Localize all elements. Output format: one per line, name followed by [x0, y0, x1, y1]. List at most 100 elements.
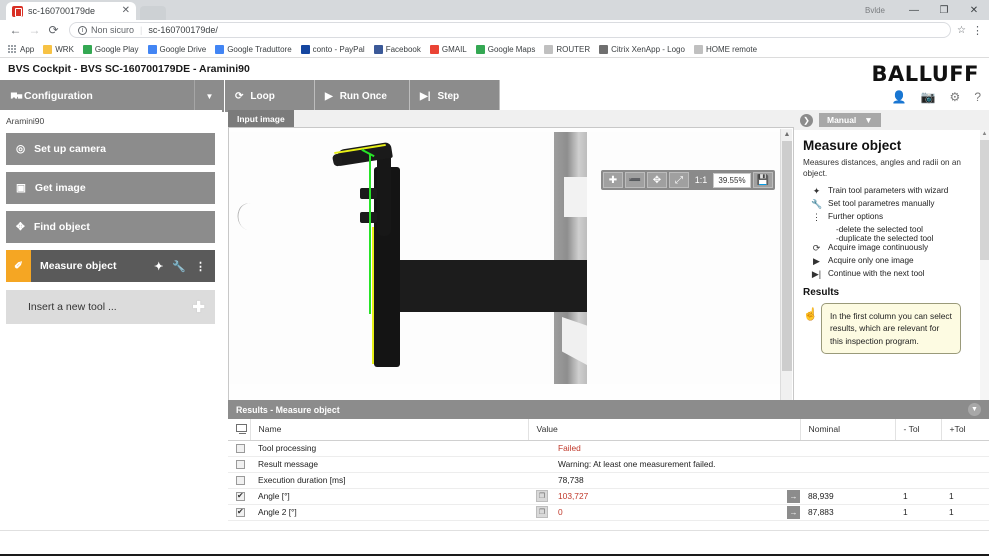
play-icon: ▶	[325, 90, 333, 102]
bookmark-label: conto - PayPal	[312, 44, 365, 54]
help-option-row: ▶ Acquire only one image	[803, 256, 980, 267]
image-zoom-toolbar: ✚ ➖ ✥ ⤢ 1:1 39.55% 💾	[601, 170, 775, 190]
maximize-icon[interactable]: ❐	[929, 0, 959, 20]
mode-dropdown[interactable]: Manual ▼	[819, 113, 881, 127]
bookmark-item[interactable]: conto - PayPal	[298, 44, 368, 54]
help-icon[interactable]: ?	[974, 90, 981, 104]
row-checkbox[interactable]	[236, 507, 245, 518]
row-checkbox[interactable]	[236, 491, 245, 502]
pan-icon[interactable]: ✥	[647, 172, 667, 188]
bookmark-item[interactable]: App	[5, 45, 37, 54]
table-row[interactable]: Tool processing Failed	[228, 440, 989, 457]
address-bar[interactable]: i Non sicuro | sc-160700179de/	[69, 22, 952, 38]
sidebar-item-measure-object[interactable]: ✐ Measure object ✦ 🔧 ⋮	[6, 250, 215, 282]
step-icon: ▶|	[811, 269, 822, 280]
apply-nominal-icon[interactable]: →	[787, 489, 800, 503]
camera-icon: ◎	[16, 143, 26, 155]
bookmark-item[interactable]: ROUTER	[541, 44, 593, 54]
help-options-list: ✦ Train tool parameters with wizard 🔧 Set t…	[803, 186, 980, 280]
bookmark-item[interactable]: Google Drive	[145, 44, 210, 54]
one-to-one-button[interactable]: 1:1	[691, 172, 711, 188]
scrollbar-thumb[interactable]	[782, 141, 792, 371]
wrench-icon[interactable]: 🔧	[172, 260, 186, 273]
zoom-out-icon[interactable]: ➖	[625, 172, 645, 188]
run-once-button[interactable]: ▶ Run Once	[315, 80, 410, 112]
bookmark-label: Facebook	[385, 44, 421, 54]
row-checkbox[interactable]	[236, 476, 245, 486]
insert-new-tool-button[interactable]: Insert a new tool ... ✚	[6, 290, 215, 324]
browser-tab-strip: sc-160700179de ✕ Bvlde — ❐ ✕	[0, 0, 989, 20]
sidebar-item-get-image[interactable]: ▣ Get image	[6, 172, 215, 204]
bookmark-star-icon[interactable]: ☆	[957, 25, 966, 36]
window-controls: Bvlde — ❐ ✕	[865, 0, 989, 20]
column-header: - Tol	[895, 419, 942, 441]
bookmark-item[interactable]: Facebook	[371, 44, 424, 54]
zoom-in-icon[interactable]: ✚	[603, 172, 623, 188]
app-toolbar: Configuration ▼ ⟳ Loop ▶ Run Once ▶| Ste…	[0, 80, 989, 112]
tab-title: sc-160700179de	[28, 6, 96, 16]
result-name: Result message	[250, 456, 528, 473]
collapse-results-icon[interactable]: ▼	[968, 403, 981, 416]
monitor-icon[interactable]	[236, 424, 247, 435]
tab-input-image[interactable]: Input image	[228, 110, 294, 127]
bookmark-item[interactable]: HOME remote	[691, 44, 760, 54]
bookmark-item[interactable]: Google Play	[80, 44, 142, 54]
help-sub-option: -delete the selected tool	[836, 225, 923, 235]
help-scrollbar-thumb[interactable]	[980, 140, 989, 260]
copy-value-icon[interactable]: ❐	[536, 506, 548, 518]
bookmark-item[interactable]: Google Traduttore	[212, 44, 294, 54]
bookmark-item[interactable]: Google Maps	[473, 44, 539, 54]
minimize-icon[interactable]: —	[899, 0, 929, 20]
gear-icon[interactable]: ⚙	[950, 90, 961, 104]
table-row[interactable]: Angle 2 [°]❐0→87,88311	[228, 504, 989, 521]
loop-button[interactable]: ⟳ Loop	[225, 80, 315, 112]
result-nominal	[800, 472, 895, 489]
bookmark-item[interactable]: WRK	[40, 44, 77, 54]
browser-menu-icon[interactable]: ⋮	[972, 24, 983, 37]
camera-icon[interactable]: 📷	[921, 90, 936, 104]
bookmarks-bar: App WRK Google Play Google Drive Google Trad…	[0, 41, 989, 58]
configuration-dropdown-icon[interactable]: ▼	[195, 80, 225, 112]
forward-icon[interactable]: →	[25, 23, 44, 37]
table-row[interactable]: Angle [°]❐103,727→88,93911	[228, 488, 989, 505]
copy-value-icon[interactable]: ❐	[536, 490, 548, 502]
scroll-up-icon[interactable]: ▲	[781, 129, 793, 140]
more-options-icon[interactable]: ⋮	[195, 260, 206, 273]
user-icon[interactable]: 👤	[892, 90, 907, 104]
zoom-level-value[interactable]: 39.55%	[713, 172, 751, 188]
row-checkbox[interactable]	[236, 444, 245, 454]
translate-icon	[215, 44, 225, 54]
sidebar-item-find-object[interactable]: ✥ Find object	[6, 211, 215, 243]
puzzle-icon	[10, 92, 23, 99]
configuration-button[interactable]: Configuration	[0, 80, 195, 112]
bookmark-label: Google Maps	[487, 44, 536, 54]
save-image-icon[interactable]: 💾	[753, 172, 773, 188]
info-icon[interactable]: i	[78, 25, 87, 35]
help-scroll-up-icon[interactable]: ▲	[980, 130, 989, 139]
browser-tab[interactable]: sc-160700179de ✕	[6, 2, 136, 20]
result-tol_plus	[941, 472, 989, 489]
result-tol_plus	[941, 456, 989, 473]
background-scratch	[233, 200, 265, 234]
help-option-label: Acquire image continuously	[828, 243, 929, 253]
new-tab-button[interactable]	[140, 6, 166, 20]
bookmark-item[interactable]: Citrix XenApp - Logo	[596, 44, 688, 54]
wizard-wand-icon[interactable]: ✦	[154, 260, 163, 273]
close-window-icon[interactable]: ✕	[959, 0, 989, 20]
table-row[interactable]: Result message Warning: At least one meas…	[228, 456, 989, 473]
bookmark-item[interactable]: GMAIL	[427, 44, 470, 54]
reload-icon[interactable]: ⟳	[44, 23, 63, 37]
help-option-label: Set tool parametres manually	[828, 199, 935, 209]
expand-panel-icon[interactable]: ❯	[800, 113, 813, 127]
apply-nominal-icon[interactable]: →	[787, 505, 800, 519]
security-status: Non sicuro	[91, 25, 135, 35]
sidebar-item-set-up-camera[interactable]: ◎ Set up camera	[6, 133, 215, 165]
result-name: Execution duration [ms]	[250, 472, 528, 489]
back-icon[interactable]: ←	[6, 23, 25, 37]
result-tol_minus	[895, 456, 941, 473]
close-tab-icon[interactable]: ✕	[122, 6, 130, 16]
step-button[interactable]: ▶| Step	[410, 80, 500, 112]
fit-to-window-icon[interactable]: ⤢	[669, 172, 689, 188]
row-checkbox[interactable]	[236, 460, 245, 470]
table-row[interactable]: Execution duration [ms] 78,738	[228, 472, 989, 489]
